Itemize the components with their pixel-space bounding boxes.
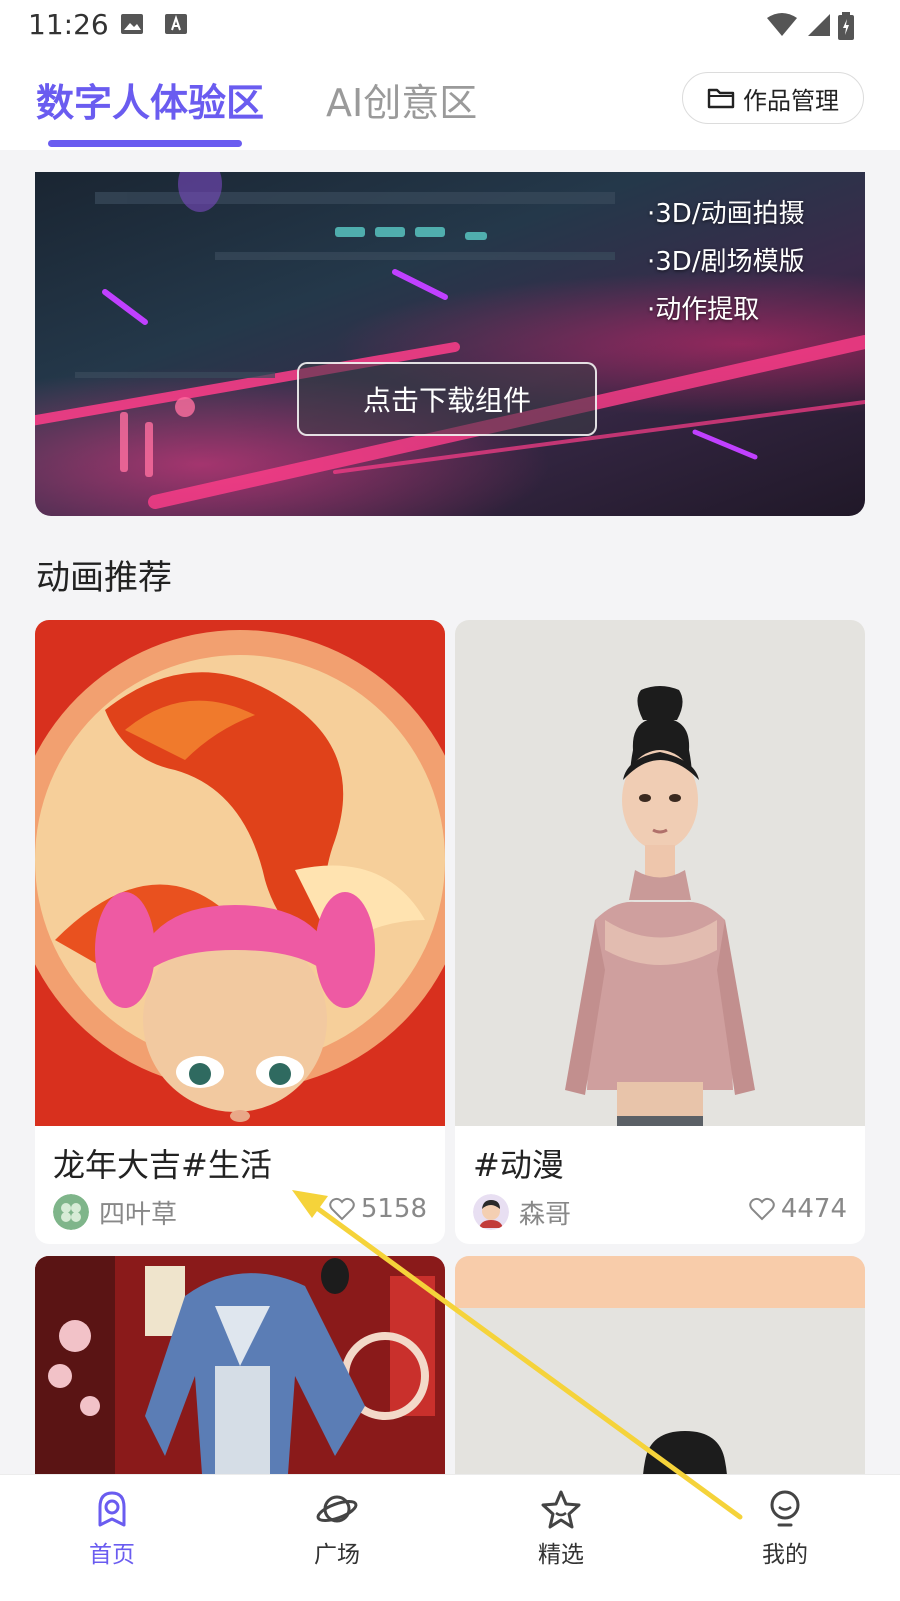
nav-square-label: 广场	[314, 1542, 360, 1568]
star-icon	[541, 1490, 581, 1529]
planet-icon	[316, 1495, 358, 1523]
promo-banner[interactable]: ·3D/动画拍摄 ·3D/剧场模版 ·动作提取 点击下载组件	[35, 172, 865, 516]
banner-feature-list: ·3D/动画拍摄 ·3D/剧场模版 ·动作提取	[647, 190, 805, 334]
nav-square[interactable]: 广场	[277, 1489, 397, 1569]
card-title: #动漫	[473, 1146, 564, 1184]
home-icon	[98, 1491, 126, 1527]
battery-icon	[838, 12, 854, 40]
banner-feature: ·动作提取	[647, 295, 760, 325]
works-management-label: 作品管理	[743, 86, 839, 115]
folder-icon	[707, 88, 735, 109]
section-title: 动画推荐	[36, 558, 172, 598]
nav-profile[interactable]: 我的	[725, 1489, 845, 1569]
avatar[interactable]	[473, 1194, 509, 1230]
animation-card[interactable]: 龙年大吉#生活 四叶草 5158	[35, 620, 445, 1244]
animation-card[interactable]	[35, 1256, 445, 1474]
card-author[interactable]: 四叶草	[99, 1194, 177, 1231]
tab-ai-creative[interactable]: AI创意区	[326, 72, 477, 127]
active-tab-indicator	[48, 140, 242, 147]
like-count[interactable]: 4474	[749, 1194, 847, 1224]
heart-icon	[749, 1197, 775, 1221]
text-icon	[165, 14, 187, 34]
banner-feature: ·3D/动画拍摄	[647, 199, 805, 229]
animation-card[interactable]: #动漫 森哥 4474	[455, 620, 865, 1244]
works-management-button[interactable]: 作品管理	[682, 72, 864, 124]
image-icon	[121, 14, 143, 34]
top-header: 数字人体验区 AI创意区 作品管理	[0, 52, 900, 150]
banner-feature: ·3D/剧场模版	[647, 247, 805, 277]
nav-home[interactable]: 首页	[52, 1489, 172, 1569]
card-thumbnail-avatar	[455, 1256, 865, 1474]
card-meta: 森哥 4474	[473, 1192, 847, 1232]
nav-featured-label: 精选	[538, 1542, 584, 1568]
avatar[interactable]	[53, 1194, 89, 1230]
signal-icon	[808, 14, 830, 36]
download-component-button[interactable]: 点击下载组件	[297, 362, 597, 436]
status-time: 11:26	[28, 8, 109, 41]
wifi-icon	[767, 13, 797, 36]
card-thumbnail-dragon	[35, 620, 445, 1126]
animation-card[interactable]	[455, 1256, 865, 1474]
like-count[interactable]: 5158	[329, 1194, 427, 1224]
like-count-value: 5158	[360, 1194, 427, 1224]
main-content[interactable]: ·3D/动画拍摄 ·3D/剧场模版 ·动作提取 点击下载组件 动画推荐 龙年大吉	[0, 150, 900, 1474]
tab-digital-human[interactable]: 数字人体验区	[36, 72, 264, 127]
profile-icon	[770, 1490, 800, 1527]
like-count-value: 4474	[780, 1194, 847, 1224]
heart-icon	[329, 1197, 355, 1221]
card-author[interactable]: 森哥	[519, 1194, 571, 1231]
card-thumbnail-hanfu	[35, 1256, 445, 1474]
nav-featured[interactable]: 精选	[501, 1489, 621, 1569]
card-thumbnail-avatar-girl	[455, 620, 865, 1126]
nav-home-label: 首页	[89, 1542, 135, 1568]
status-bar: 11:26	[0, 0, 900, 52]
card-title: 龙年大吉#生活	[53, 1146, 272, 1184]
bottom-navigation: 首页 广场 精选 我的	[0, 1474, 900, 1601]
card-meta: 四叶草 5158	[53, 1192, 427, 1232]
nav-profile-label: 我的	[762, 1542, 808, 1568]
